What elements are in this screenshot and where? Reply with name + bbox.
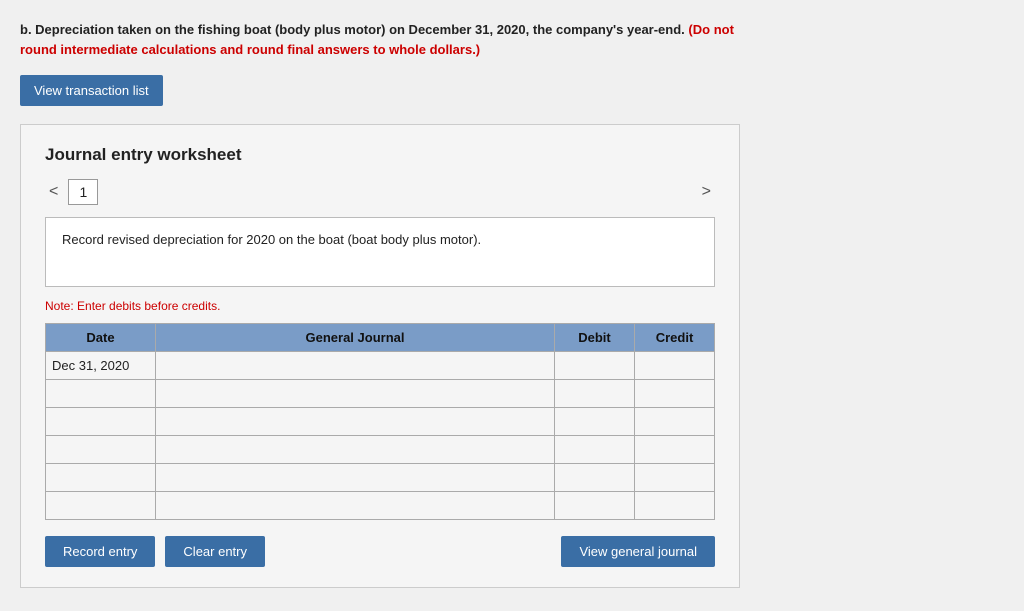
header-date: Date xyxy=(46,324,156,352)
debit-input[interactable] xyxy=(555,436,634,463)
debit-cell xyxy=(555,380,635,408)
debit-cell xyxy=(555,408,635,436)
debit-input[interactable] xyxy=(555,352,634,379)
gj-cell xyxy=(156,380,555,408)
page-number: 1 xyxy=(68,179,98,205)
gj-input[interactable] xyxy=(156,436,554,463)
clear-entry-button[interactable]: Clear entry xyxy=(165,536,265,567)
date-input[interactable] xyxy=(46,464,155,491)
debit-input[interactable] xyxy=(555,464,634,491)
view-transaction-button[interactable]: View transaction list xyxy=(20,75,163,106)
debit-input[interactable] xyxy=(555,492,634,519)
debit-input[interactable] xyxy=(555,408,634,435)
credit-input[interactable] xyxy=(635,492,714,519)
header-general-journal: General Journal xyxy=(156,324,555,352)
nav-left-button[interactable]: < xyxy=(45,183,62,201)
gj-cell xyxy=(156,408,555,436)
debit-cell xyxy=(555,464,635,492)
worksheet-container: Journal entry worksheet < 1 > Record rev… xyxy=(20,124,740,588)
table-row xyxy=(46,464,715,492)
debit-cell xyxy=(555,492,635,520)
table-row xyxy=(46,408,715,436)
nav-right-button[interactable]: > xyxy=(698,183,715,201)
problem-text: b. Depreciation taken on the fishing boa… xyxy=(20,20,760,59)
problem-prefix: b. Depreciation taken on the fishing boa… xyxy=(20,22,685,37)
credit-input[interactable] xyxy=(635,436,714,463)
journal-table: Date General Journal Debit Credit Dec 31… xyxy=(45,323,715,520)
table-row xyxy=(46,380,715,408)
button-row: Record entry Clear entry View general jo… xyxy=(45,536,715,567)
description-box: Record revised depreciation for 2020 on … xyxy=(45,217,715,287)
nav-row: < 1 > xyxy=(45,179,715,205)
view-general-journal-button[interactable]: View general journal xyxy=(561,536,715,567)
debit-input[interactable] xyxy=(555,380,634,407)
header-debit: Debit xyxy=(555,324,635,352)
credit-cell xyxy=(635,436,715,464)
date-cell xyxy=(46,380,156,408)
credit-input[interactable] xyxy=(635,464,714,491)
date-input[interactable] xyxy=(46,492,155,519)
gj-cell xyxy=(156,464,555,492)
credit-input[interactable] xyxy=(635,352,714,379)
gj-input[interactable] xyxy=(156,492,554,519)
note-text: Note: Enter debits before credits. xyxy=(45,299,715,313)
credit-cell xyxy=(635,380,715,408)
gj-input[interactable] xyxy=(156,352,554,379)
debit-cell xyxy=(555,352,635,380)
credit-input[interactable] xyxy=(635,380,714,407)
date-cell xyxy=(46,492,156,520)
date-input[interactable] xyxy=(46,436,155,463)
credit-cell xyxy=(635,352,715,380)
gj-cell xyxy=(156,352,555,380)
date-cell xyxy=(46,436,156,464)
table-row xyxy=(46,492,715,520)
debit-cell xyxy=(555,436,635,464)
date-cell xyxy=(46,464,156,492)
date-cell: Dec 31, 2020 xyxy=(46,352,156,380)
credit-cell xyxy=(635,408,715,436)
gj-input[interactable] xyxy=(156,380,554,407)
date-cell xyxy=(46,408,156,436)
table-row: Dec 31, 2020 xyxy=(46,352,715,380)
date-input[interactable] xyxy=(46,380,155,407)
gj-input[interactable] xyxy=(156,408,554,435)
credit-input[interactable] xyxy=(635,408,714,435)
table-row xyxy=(46,436,715,464)
gj-cell xyxy=(156,492,555,520)
record-entry-button[interactable]: Record entry xyxy=(45,536,155,567)
credit-cell xyxy=(635,492,715,520)
worksheet-title: Journal entry worksheet xyxy=(45,145,715,165)
description-text: Record revised depreciation for 2020 on … xyxy=(62,232,481,247)
header-credit: Credit xyxy=(635,324,715,352)
credit-cell xyxy=(635,464,715,492)
date-input[interactable] xyxy=(46,408,155,435)
gj-input[interactable] xyxy=(156,464,554,491)
gj-cell xyxy=(156,436,555,464)
